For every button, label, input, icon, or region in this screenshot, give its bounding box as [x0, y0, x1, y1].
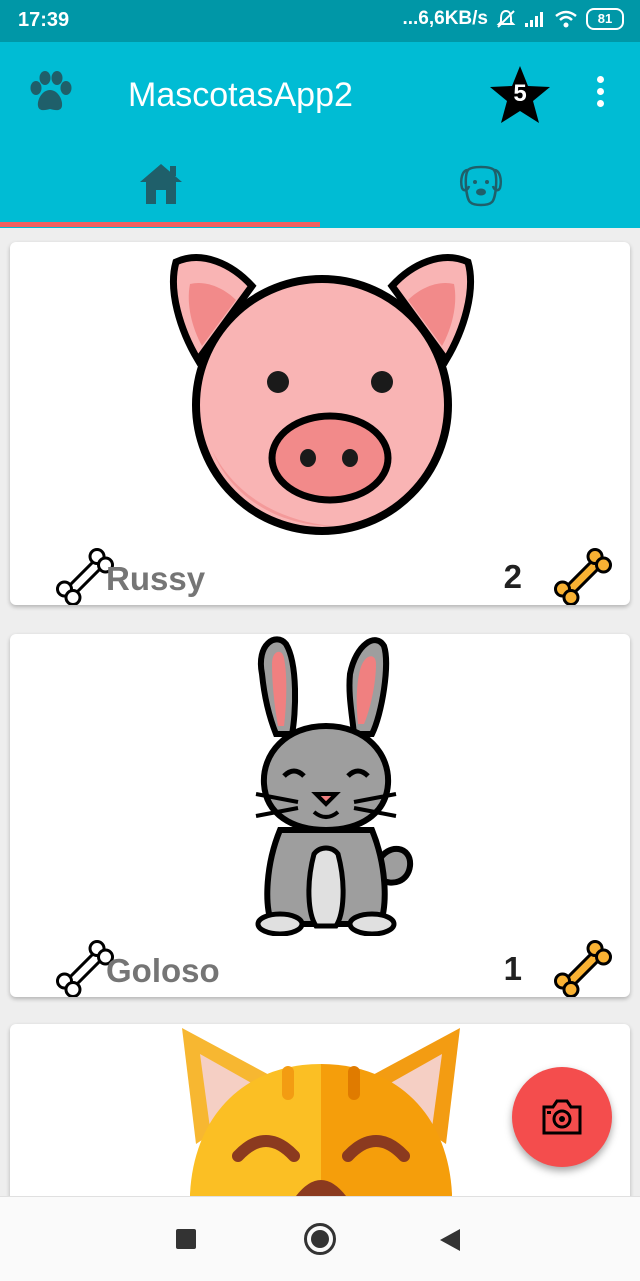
home-icon: [140, 164, 182, 204]
pig-icon: [170, 254, 474, 535]
rating-badge[interactable]: 5: [486, 62, 554, 130]
network-speed: ...6,6KB/s: [402, 8, 488, 29]
battery-indicator: 81: [586, 8, 624, 30]
more-vert-icon[interactable]: [590, 76, 610, 116]
camera-fab[interactable]: [512, 1067, 612, 1167]
dog-face-icon: [460, 165, 502, 207]
paw-icon: [30, 71, 72, 111]
recents-icon[interactable]: [176, 1229, 196, 1249]
bone-filled-icon: [553, 547, 613, 605]
rating-count: 5: [513, 80, 527, 107]
status-icons: ...6,6KB/s 81: [402, 8, 624, 30]
status-bar: 17:39 ...6,6KB/s 81: [0, 0, 640, 42]
back-icon[interactable]: [438, 1227, 462, 1253]
rabbit-icon: [255, 636, 414, 936]
pet-card: Russy 2: [10, 242, 630, 605]
app-bar: MascotasApp2 5: [0, 42, 640, 228]
pet-name: Goloso: [106, 952, 220, 989]
pet-name: Russy: [106, 560, 206, 597]
status-time: 17:39: [18, 9, 70, 31]
bone-filled-icon: [553, 939, 613, 997]
muted-bell-icon: [496, 9, 516, 28]
pet-likes: 2: [503, 558, 522, 595]
camera-icon: [542, 1099, 582, 1135]
pet-card: Goloso 1: [10, 634, 630, 997]
system-nav-bar: [0, 1196, 640, 1281]
tab-pets[interactable]: [320, 142, 640, 228]
home-circle-icon[interactable]: [304, 1223, 336, 1255]
cat-icon: [182, 1028, 460, 1224]
app-title: MascotasApp2: [128, 76, 353, 114]
pet-likes: 1: [503, 950, 522, 987]
tab-home[interactable]: [0, 142, 320, 228]
tab-indicator: [0, 222, 320, 227]
wifi-icon: [555, 10, 577, 28]
signal-icon: [525, 12, 543, 27]
